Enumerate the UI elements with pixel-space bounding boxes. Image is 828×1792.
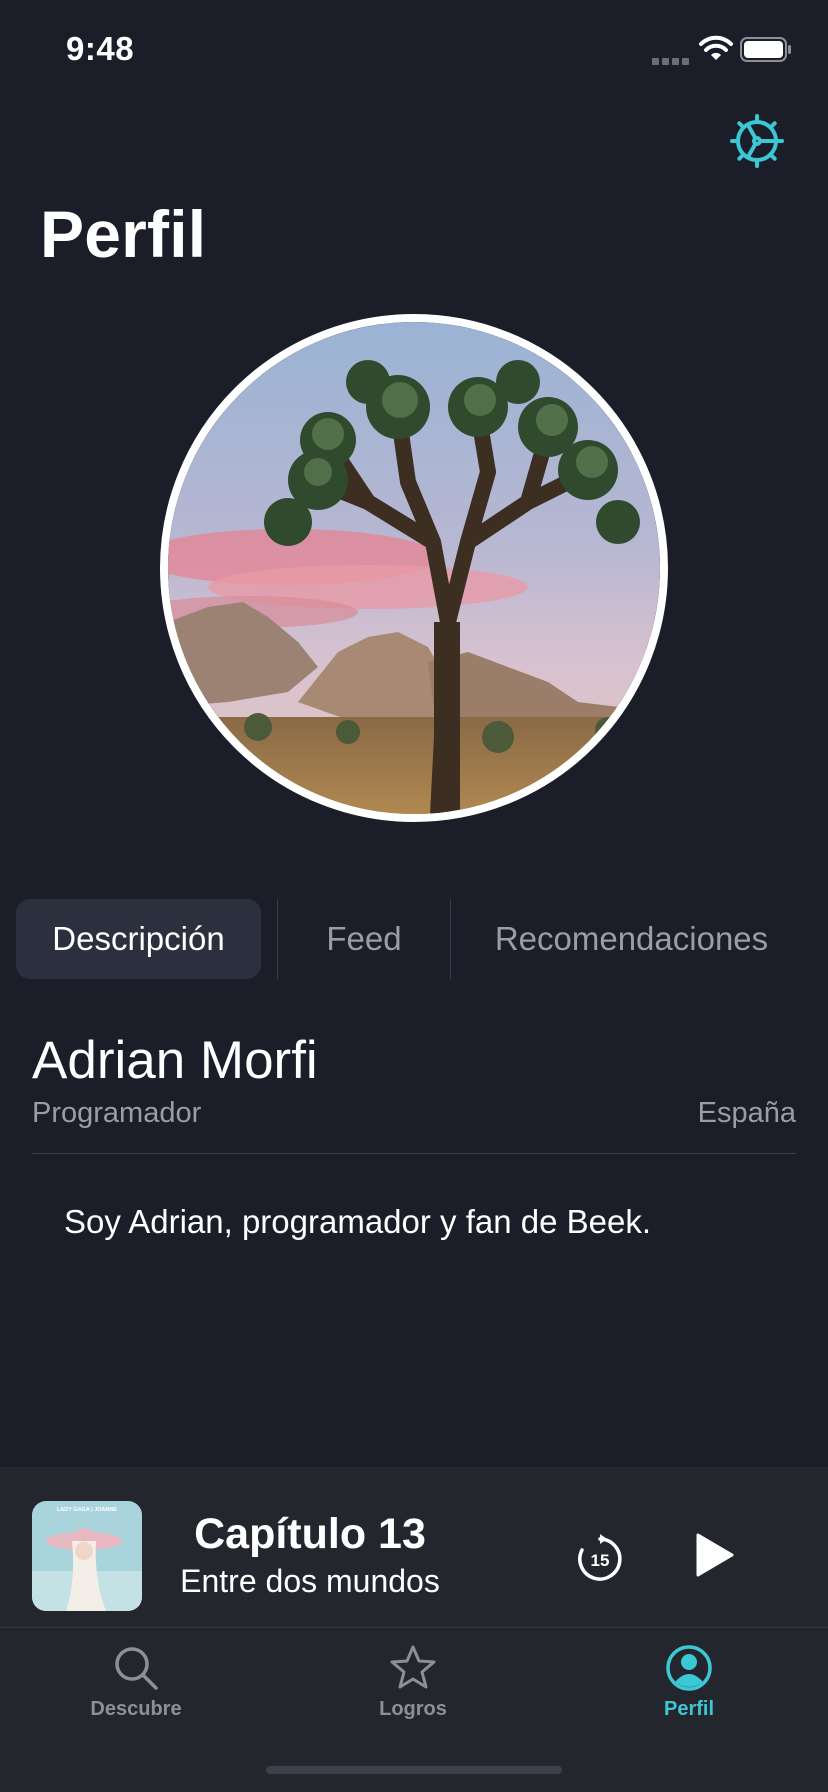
user-role: Programador xyxy=(32,1097,202,1129)
page-title: Perfil xyxy=(40,197,207,271)
search-icon xyxy=(115,1647,158,1690)
track-info[interactable]: Capítulo 13 Entre dos mundos xyxy=(150,1509,470,1601)
cellular-signal-icon xyxy=(652,52,692,65)
gear-icon xyxy=(730,114,784,168)
status-bar: 9:48 xyxy=(0,0,828,100)
tab-bar-item-profile[interactable]: Perfil xyxy=(609,1644,769,1721)
user-name: Adrian Morfi xyxy=(32,1031,318,1090)
mini-player[interactable]: LADY GAGA | JOANNE Capítulo 13 Entre dos… xyxy=(0,1467,828,1627)
profile-screen: 9:48 Perfil Descripción Feed Recomendaci… xyxy=(0,0,828,1792)
tab-description-label: Descripción xyxy=(52,920,225,957)
album-art[interactable]: LADY GAGA | JOANNE xyxy=(32,1501,142,1611)
tab-feed[interactable]: Feed xyxy=(278,899,450,979)
skip-seconds: 15 xyxy=(591,1551,610,1570)
track-subtitle: Entre dos mundos xyxy=(180,1563,440,1599)
status-time: 9:48 xyxy=(66,30,135,67)
tab-bar-label: Logros xyxy=(379,1698,447,1720)
battery-icon xyxy=(740,37,791,62)
tab-description[interactable]: Descripción xyxy=(16,899,261,979)
play-icon xyxy=(696,1533,734,1577)
tab-recommendations[interactable]: Recomendaciones xyxy=(451,899,812,979)
user-bio: Soy Adrian, programador y fan de Beek. xyxy=(64,1203,652,1240)
profile-tabs: Descripción Feed Recomendaciones xyxy=(16,899,812,981)
settings-button[interactable] xyxy=(728,112,786,170)
profile-icon xyxy=(666,1645,712,1691)
wifi-icon xyxy=(699,35,733,60)
home-indicator xyxy=(266,1766,562,1774)
album-art-text: LADY GAGA | JOANNE xyxy=(57,1507,118,1513)
album-cover-image: LADY GAGA | JOANNE xyxy=(32,1501,142,1611)
play-button[interactable] xyxy=(690,1531,738,1579)
star-icon xyxy=(390,1645,436,1689)
tab-bar-label: Perfil xyxy=(663,1698,715,1720)
tab-bar-item-achievements[interactable]: Logros xyxy=(333,1644,493,1721)
avatar-photo xyxy=(168,322,660,814)
tab-bar-item-discover[interactable]: Descubre xyxy=(56,1644,216,1721)
tab-feed-label: Feed xyxy=(326,920,402,957)
skip-back-15-button[interactable]: 15 xyxy=(574,1533,626,1585)
user-country: España xyxy=(697,1097,796,1129)
tab-bar-label: Descubre xyxy=(90,1698,182,1720)
rewind-15-icon: 15 xyxy=(578,1534,622,1581)
tab-recommendations-label: Recomendaciones xyxy=(494,920,769,957)
avatar[interactable] xyxy=(160,314,668,822)
divider xyxy=(32,1153,796,1154)
track-title: Capítulo 13 xyxy=(194,1510,426,1558)
